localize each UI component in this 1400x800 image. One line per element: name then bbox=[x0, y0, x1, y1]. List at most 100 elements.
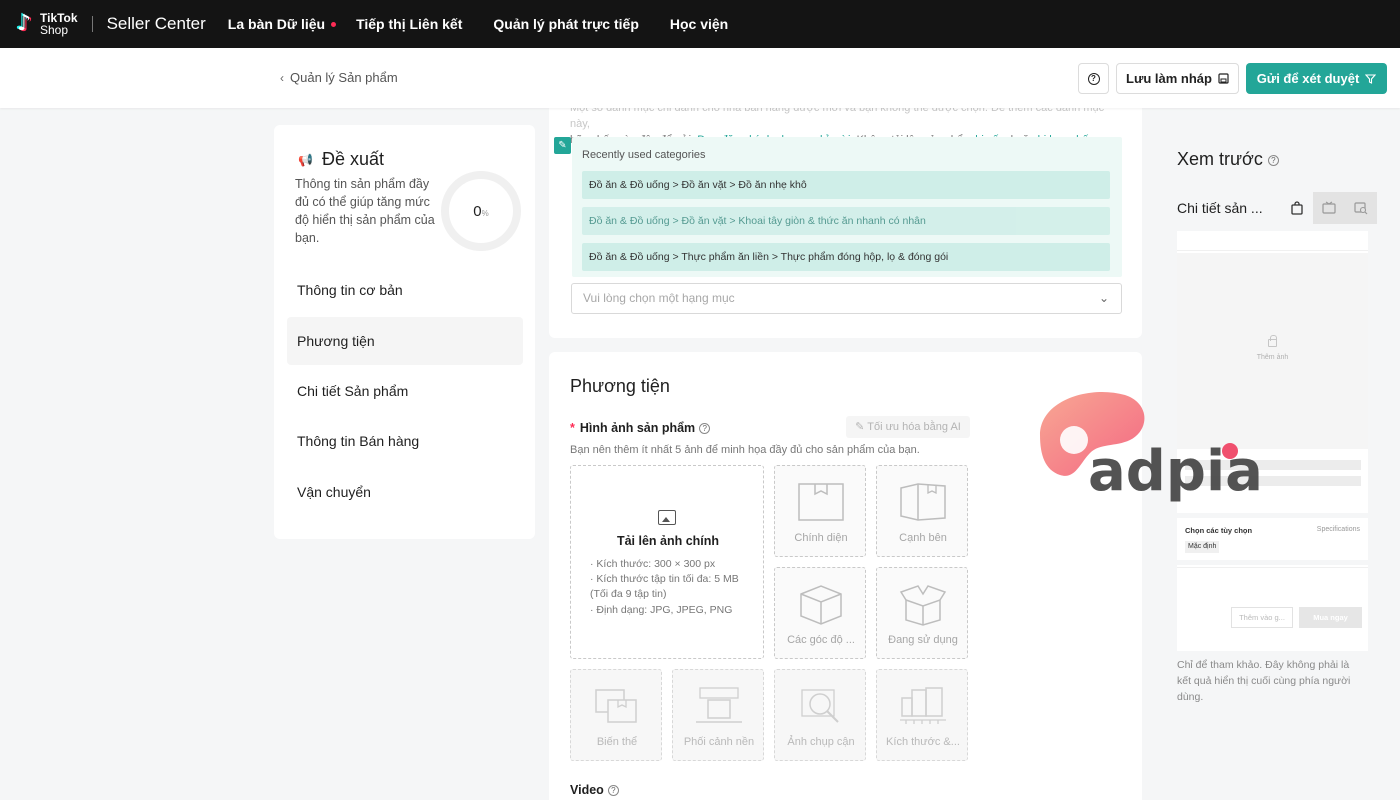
ruler-icon bbox=[900, 687, 946, 724]
image-slot-side[interactable]: Cạnh bên bbox=[876, 465, 968, 557]
preview-subtitle: Chi tiết sản ... bbox=[1177, 200, 1263, 216]
top-navigation: ♪ TikTok Shop Seller Center La bàn Dữ li… bbox=[0, 0, 1400, 48]
box-front-icon bbox=[798, 483, 844, 521]
magic-wand-icon: ✎ bbox=[855, 421, 868, 433]
options-link: Specifications bbox=[1316, 526, 1360, 533]
completion-ring: 0 % bbox=[441, 171, 521, 251]
media-section-title: Phương tiện bbox=[570, 376, 670, 396]
image-slot-scene[interactable]: Phối cảnh nền bbox=[672, 669, 764, 761]
recent-category-option[interactable]: Đồ ăn & Đồ uống > Đồ ăn vặt > Khoai tây … bbox=[582, 207, 1110, 235]
sidebar-item-basic-info[interactable]: Thông tin cơ bản bbox=[287, 266, 523, 314]
preview-note: Chỉ để tham khảo. Đây không phải là kết … bbox=[1177, 659, 1351, 703]
placeholder-bar bbox=[1185, 476, 1361, 486]
suggestion-description: Thông tin sản phẩm đầy đủ có thể giúp tă… bbox=[295, 177, 435, 245]
logo-word-shop: Shop bbox=[40, 23, 69, 37]
zoom-icon bbox=[801, 689, 839, 723]
live-icon[interactable] bbox=[1313, 192, 1345, 224]
nav-item-data-compass[interactable]: La bàn Dữ liệu bbox=[227, 16, 337, 32]
suggestion-panel: 📢 Đề xuất Thông tin sản phẩm đầy đủ có t… bbox=[274, 125, 535, 539]
recent-categories-box: ✎ Recently used categories Đồ ăn & Đồ uố… bbox=[554, 137, 1122, 277]
required-asterisk: * bbox=[570, 421, 575, 435]
add-to-cart-preview: Thêm vào g... bbox=[1231, 607, 1293, 628]
placeholder-bar bbox=[1185, 460, 1361, 470]
image-slot-variant[interactable]: Biến thể bbox=[570, 669, 662, 761]
options-chip: Mặc định bbox=[1185, 541, 1220, 553]
ai-optimize-label: Tối ưu hóa bằng AI bbox=[867, 421, 961, 433]
add-image-text: Thêm ảnh bbox=[1256, 354, 1289, 361]
question-circle-icon[interactable]: ? bbox=[699, 423, 711, 434]
help-button[interactable]: ? bbox=[1078, 63, 1109, 94]
brand[interactable]: ♪ TikTok Shop Seller Center bbox=[12, 11, 206, 37]
phone-options: Chọn các tùy chọn Specifications Mặc địn… bbox=[1177, 513, 1368, 565]
video-label: Video? bbox=[570, 783, 619, 797]
nav-item-label: Quản lý phát trực tiếp bbox=[493, 16, 639, 32]
product-images-label-text: Hình ảnh sản phẩm bbox=[579, 421, 696, 435]
image-icon bbox=[658, 510, 676, 525]
brand-name: Seller Center bbox=[106, 14, 206, 33]
scene-icon bbox=[696, 687, 742, 723]
nav-item-label: Tiếp thị Liên kết bbox=[356, 16, 463, 32]
search-preview-icon[interactable] bbox=[1345, 192, 1377, 224]
back-link[interactable]: ‹ Quản lý Sản phẩm bbox=[280, 70, 398, 85]
save-draft-button[interactable]: Lưu làm nháp bbox=[1116, 63, 1239, 94]
phone-footer: Thêm vào g... Mua ngay bbox=[1177, 567, 1368, 651]
sidebar-item-label: Chi tiết Sản phẩm bbox=[297, 383, 409, 399]
upload-spec: · Định dạng: JPG, JPEG, PNG bbox=[590, 604, 733, 616]
notification-dot bbox=[331, 22, 337, 27]
box-angle-icon bbox=[800, 585, 842, 625]
question-circle-icon[interactable]: ? bbox=[607, 785, 619, 796]
image-slot-front[interactable]: Chính diện bbox=[774, 465, 866, 557]
sidebar-item-label: Phương tiện bbox=[297, 333, 375, 349]
preview-mode-toggles bbox=[1281, 192, 1377, 224]
box-side-icon bbox=[900, 483, 946, 521]
recent-category-option[interactable]: Đồ ăn & Đồ uống > Đồ ăn vặt > Đồ ăn nhẹ … bbox=[582, 171, 1110, 199]
nav-item-live[interactable]: Quản lý phát trực tiếp bbox=[493, 16, 639, 32]
shopping-bag-icon[interactable] bbox=[1281, 192, 1313, 224]
phone-image-placeholder: Thêm ảnh bbox=[1177, 253, 1368, 449]
question-circle-icon[interactable]: ? bbox=[1267, 155, 1279, 166]
sidebar-item-shipping[interactable]: Vận chuyển bbox=[287, 468, 523, 516]
image-slot-angles[interactable]: Các góc độ ... bbox=[774, 567, 866, 659]
nav-item-label: Học viện bbox=[669, 16, 729, 32]
main-image-upload[interactable]: Tải lên ảnh chính · Kích thước: 300 × 30… bbox=[570, 465, 764, 659]
product-images-label: * Hình ảnh sản phẩm? bbox=[570, 421, 711, 435]
image-slot-label: Đang sử dụng bbox=[888, 634, 958, 646]
nav-item-affiliate[interactable]: Tiếp thị Liên kết bbox=[356, 16, 462, 32]
brand-divider bbox=[91, 16, 93, 32]
main-image-upload-title: Tải lên ảnh chính bbox=[616, 534, 720, 548]
megaphone-icon: 📢 bbox=[298, 152, 313, 167]
video-label-text: Video bbox=[570, 783, 604, 797]
nav-item-label: La bàn Dữ liệu bbox=[227, 16, 326, 32]
divider bbox=[1177, 567, 1368, 568]
ai-optimize-button[interactable]: ✎ Tối ưu hóa bằng AI bbox=[846, 416, 970, 438]
category-section: Một số danh mục chỉ dành cho nhà bán hàn… bbox=[549, 100, 1142, 338]
box-open-icon bbox=[899, 585, 947, 626]
recent-category-option[interactable]: Đồ ăn & Đồ uống > Thực phẩm ăn liền > Th… bbox=[582, 243, 1110, 271]
completion-value: 0 bbox=[473, 202, 482, 220]
product-images-hint: Bạn nên thêm ít nhất 5 ảnh để minh họa đ… bbox=[570, 444, 920, 456]
save-draft-label: Lưu làm nháp bbox=[1126, 71, 1212, 86]
category-select[interactable]: Vui lòng chọn một hạng mục ⌄ bbox=[571, 283, 1122, 314]
image-slot-closeup[interactable]: Ảnh chụp cận bbox=[774, 669, 866, 761]
suggestion-title: 📢 Đề xuất bbox=[298, 149, 384, 170]
page-header: ‹ Quản lý Sản phẩm ? Lưu làm nháp Gửi để… bbox=[0, 48, 1400, 108]
tiktok-logo-icon: ♪ bbox=[17, 11, 32, 36]
image-placeholder-icon bbox=[1268, 335, 1277, 347]
completion-unit: % bbox=[481, 208, 489, 218]
sidebar-item-media[interactable]: Phương tiện bbox=[287, 317, 523, 365]
send-icon bbox=[1365, 74, 1377, 84]
submit-review-button[interactable]: Gửi để xét duyệt bbox=[1246, 63, 1387, 94]
image-slot-dimensions[interactable]: Kích thước &... bbox=[876, 669, 968, 761]
image-slot-label: Biến thể bbox=[596, 736, 638, 748]
image-slot-label: Cạnh bên bbox=[899, 532, 947, 544]
recent-categories-heading: Recently used categories bbox=[582, 149, 706, 161]
buy-now-preview: Mua ngay bbox=[1299, 607, 1362, 628]
nav-item-academy[interactable]: Học viện bbox=[670, 16, 728, 32]
save-icon bbox=[1218, 73, 1229, 84]
sidebar-item-sales-info[interactable]: Thông tin Bán hàng bbox=[287, 417, 523, 465]
image-slot-in-use[interactable]: Đang sử dụng bbox=[876, 567, 968, 659]
sidebar-item-product-details[interactable]: Chi tiết Sản phẩm bbox=[287, 367, 523, 415]
submit-review-label: Gửi để xét duyệt bbox=[1256, 71, 1360, 86]
upload-spec: (Tối đa 9 tập tin) bbox=[590, 588, 667, 600]
upload-spec: · Kích thước tập tin tối đa: 5 MB bbox=[590, 573, 739, 585]
